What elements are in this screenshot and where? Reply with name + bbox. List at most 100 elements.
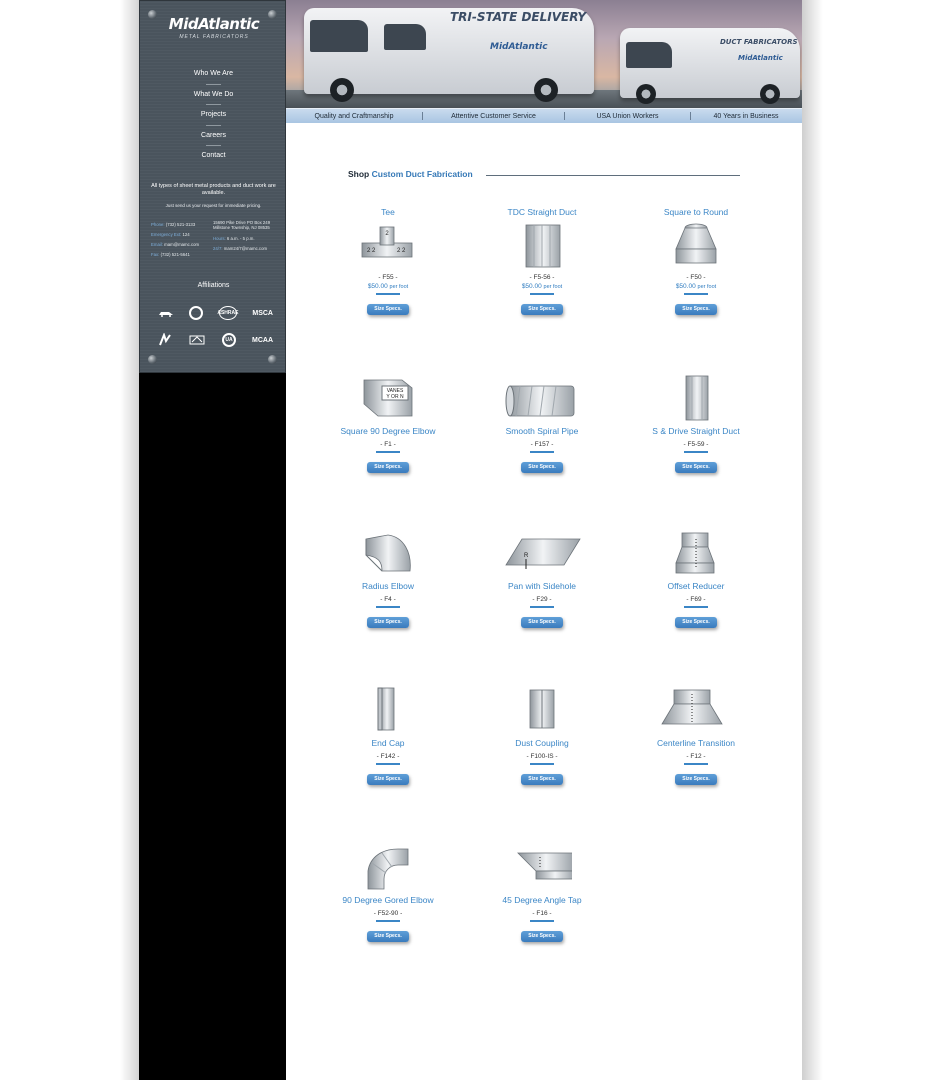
van-wheel — [534, 78, 558, 102]
svg-text:Y OR N: Y OR N — [386, 394, 404, 400]
size-specs-button[interactable]: Size Specs. — [675, 773, 717, 785]
size-specs-button[interactable]: Size Specs. — [521, 773, 563, 785]
product-name[interactable]: Tee — [311, 207, 465, 217]
product-card: R Pan with Sidehole - F29 - Size Specs. — [465, 525, 619, 628]
product-divider — [684, 451, 708, 453]
affiliation-seal-icon[interactable] — [189, 306, 204, 320]
feature-service: Attentive Customer Service — [451, 112, 536, 120]
product-name[interactable]: Dust Coupling — [465, 738, 619, 748]
square-elbow-icon[interactable]: VANESY OR N — [358, 374, 418, 422]
contact-right-column: 15690 Pike Drive PO Box 249 Millstone To… — [213, 220, 275, 254]
product-name[interactable]: Square 90 Degree Elbow — [311, 426, 465, 436]
product-name[interactable]: TDC Straight Duct — [465, 207, 619, 217]
product-name[interactable]: 45 Degree Angle Tap — [465, 895, 619, 905]
main-nav: Who We Are What We Do Projects Careers C… — [140, 67, 287, 170]
product-code: - F5-59 - — [683, 441, 709, 448]
van-windshield — [626, 42, 672, 68]
contact-left-column: Phone: (732) 521-3133 Emergency Ext: 124… — [151, 220, 213, 260]
product-card: Offset Reducer - F69 - Size Specs. — [619, 525, 773, 628]
affiliation-crest-logo-icon[interactable] — [188, 332, 206, 348]
size-specs-button[interactable]: Size Specs. — [367, 930, 409, 942]
affiliation-car-logo-icon[interactable] — [158, 305, 174, 321]
sidebar-blurb: All types of sheet metal products and du… — [150, 183, 277, 208]
offset-reducer-icon[interactable] — [666, 529, 726, 577]
nav-item-projects[interactable]: Projects — [140, 108, 287, 129]
affiliation-msca-logo[interactable]: MSCA — [252, 305, 273, 321]
product-card: 90 Degree Gored Elbow - F52-90 - Size Spec… — [311, 839, 465, 942]
product-name[interactable]: Smooth Spiral Pipe — [465, 426, 619, 436]
product-name[interactable]: Pan with Sidehole — [465, 581, 619, 591]
van-slogan: DUCT FABRICATORS — [720, 38, 798, 46]
product-card: S & Drive Straight Duct - F5-59 - Size Spe… — [619, 370, 773, 473]
affiliations-row: UA MCAA — [158, 332, 273, 348]
gored-elbow-icon[interactable] — [358, 843, 418, 891]
van-wheel — [636, 84, 656, 104]
affiliation-ashrae-logo[interactable]: ASHRAE — [217, 306, 238, 320]
size-specs-button[interactable]: Size Specs. — [367, 461, 409, 473]
main-content: Shop Custom Duct Fabrication Tee 2 2 22 2-… — [286, 123, 802, 1080]
product-divider — [376, 606, 400, 608]
product-code: - F50 - — [686, 274, 706, 281]
size-specs-button[interactable]: Size Specs. — [675, 461, 717, 473]
product-code: - F69 - — [686, 596, 706, 603]
feature-union: USA Union Workers — [596, 112, 659, 120]
nav-item-contact[interactable]: Contact — [140, 149, 287, 170]
spiral-pipe-icon[interactable] — [502, 374, 582, 422]
hero-banner: TRI-STATE DELIVERY MidAtlantic DUCT FABR… — [286, 0, 802, 110]
product-code: - F29 - — [532, 596, 552, 603]
contact-emergency: Emergency Ext: 124 — [151, 232, 190, 237]
svg-text:2 2: 2 2 — [397, 248, 406, 254]
size-specs-button[interactable]: Size Specs. — [521, 303, 563, 315]
size-specs-button[interactable]: Size Specs. — [367, 303, 409, 315]
product-name[interactable]: Radius Elbow — [311, 581, 465, 591]
centerline-transition-icon[interactable] — [656, 686, 736, 734]
van-slogan: TRI-STATE DELIVERY — [450, 10, 587, 24]
rivet-icon — [148, 10, 157, 19]
affiliation-ua-logo[interactable]: UA — [222, 333, 236, 347]
affiliation-bolt-logo-icon[interactable] — [158, 332, 172, 348]
size-specs-button[interactable]: Size Specs. — [521, 461, 563, 473]
product-code: - F16 - — [532, 910, 552, 917]
end-cap-icon[interactable] — [358, 686, 418, 734]
blurb-text: All types of sheet metal products and du… — [151, 183, 276, 196]
straight-duct-icon[interactable] — [512, 221, 572, 269]
pan-icon[interactable]: R — [502, 529, 582, 577]
dust-coupling-icon[interactable] — [512, 686, 572, 734]
affiliation-mcaa-logo[interactable]: MCAA — [252, 332, 273, 348]
logo-name: MidAtlantic — [168, 15, 260, 33]
product-code: - F100-IS - — [526, 753, 558, 760]
product-name[interactable]: 90 Degree Gored Elbow — [311, 895, 465, 905]
product-name[interactable]: Offset Reducer — [619, 581, 773, 591]
logo[interactable]: MidAtlantic METAL FABRICATORS — [162, 15, 266, 49]
tee-icon[interactable]: 22 22 2 — [358, 221, 418, 269]
size-specs-button[interactable]: Size Specs. — [367, 616, 409, 628]
van-logo: MidAtlantic — [490, 42, 548, 52]
product-price: $50.00 per foot — [521, 283, 563, 290]
product-divider — [530, 920, 554, 922]
product-name[interactable]: Centerline Transition — [619, 738, 773, 748]
contact-email-24-7[interactable]: 24/7: mam24/7@mamc.com — [213, 244, 275, 254]
product-name[interactable]: Square to Round — [619, 207, 773, 217]
nav-item-careers[interactable]: Careers — [140, 129, 287, 150]
product-name[interactable]: End Cap — [311, 738, 465, 748]
square-to-round-icon[interactable] — [666, 221, 726, 269]
nav-item-who-we-are[interactable]: Who We Are — [140, 67, 287, 88]
page: MidAtlantic METAL FABRICATORS Who We Are… — [0, 0, 942, 1080]
s-drive-duct-icon[interactable] — [666, 374, 726, 422]
van-wheel — [760, 84, 780, 104]
contact-email[interactable]: Email: mam@mamc.com — [151, 240, 213, 250]
product-divider — [684, 606, 708, 608]
size-specs-button[interactable]: Size Specs. — [521, 616, 563, 628]
size-specs-button[interactable]: Size Specs. — [367, 773, 409, 785]
product-code: - F5-56 - — [529, 274, 555, 281]
feature-quality: Quality and Craftmanship — [314, 112, 394, 120]
size-specs-button[interactable]: Size Specs. — [675, 303, 717, 315]
product-name[interactable]: S & Drive Straight Duct — [619, 426, 773, 436]
product-code: - F12 - — [686, 753, 706, 760]
size-specs-button[interactable]: Size Specs. — [675, 616, 717, 628]
radius-elbow-icon[interactable] — [358, 529, 418, 577]
product-card: Centerline Transition - F12 - Size Specs. — [619, 682, 773, 785]
size-specs-button[interactable]: Size Specs. — [521, 930, 563, 942]
angle-tap-icon[interactable] — [512, 843, 572, 891]
nav-item-what-we-do[interactable]: What We Do — [140, 88, 287, 109]
